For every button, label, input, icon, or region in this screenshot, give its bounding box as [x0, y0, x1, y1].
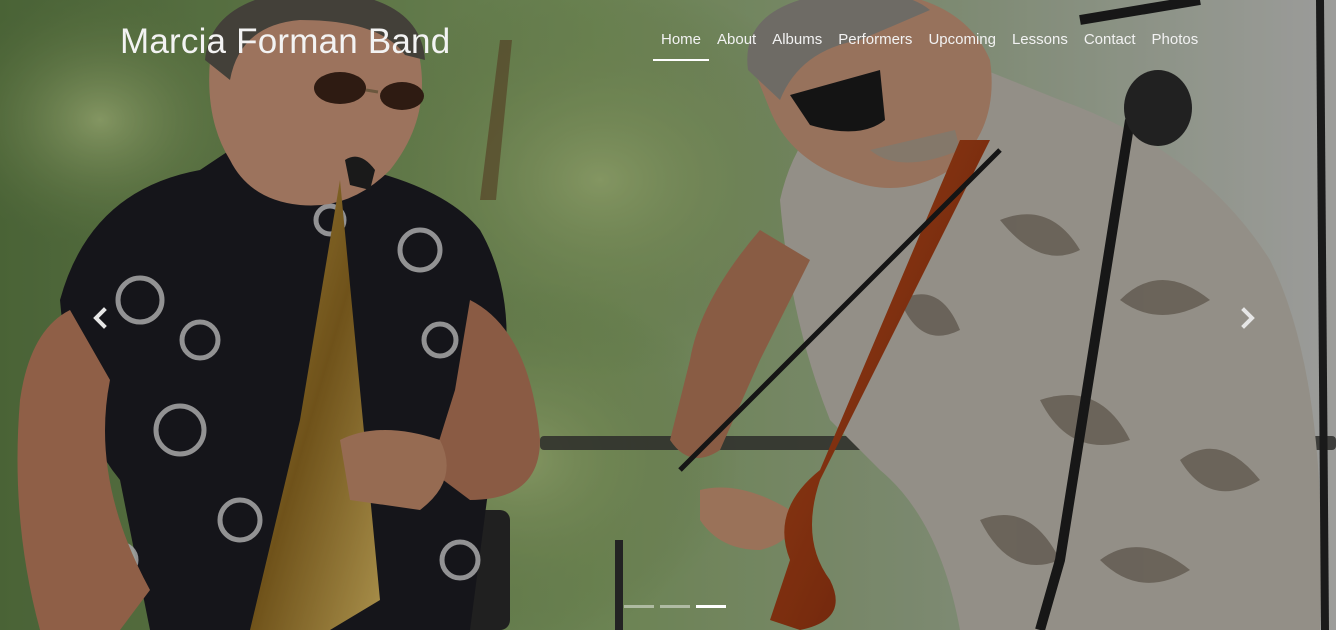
nav-item-albums[interactable]: Albums	[764, 24, 830, 60]
carousel-indicator-1[interactable]	[624, 605, 654, 608]
carousel-slide-photo	[0, 0, 1336, 630]
main-nav: Home About Albums Performers Upcoming Le…	[653, 24, 1207, 61]
carousel-indicators	[624, 605, 726, 608]
chevron-right-icon	[1241, 307, 1255, 329]
nav-item-about[interactable]: About	[709, 24, 764, 60]
nav-item-home[interactable]: Home	[653, 24, 710, 61]
nav-item-performers[interactable]: Performers	[830, 24, 920, 60]
carousel-indicator-3[interactable]	[696, 605, 726, 608]
nav-item-upcoming[interactable]: Upcoming	[920, 24, 1004, 60]
nav-item-lessons[interactable]: Lessons	[1004, 24, 1076, 60]
carousel-prev-button[interactable]	[86, 304, 114, 332]
carousel-next-button[interactable]	[1234, 304, 1262, 332]
brand-logo-link[interactable]: Marcia Forman Band	[120, 20, 450, 64]
carousel-indicator-2[interactable]	[660, 605, 690, 608]
nav-item-photos[interactable]: Photos	[1144, 24, 1207, 60]
nav-item-contact[interactable]: Contact	[1076, 24, 1144, 60]
chevron-left-icon	[93, 307, 107, 329]
hero-carousel: Marcia Forman Band Home About Albums Per…	[0, 0, 1336, 630]
